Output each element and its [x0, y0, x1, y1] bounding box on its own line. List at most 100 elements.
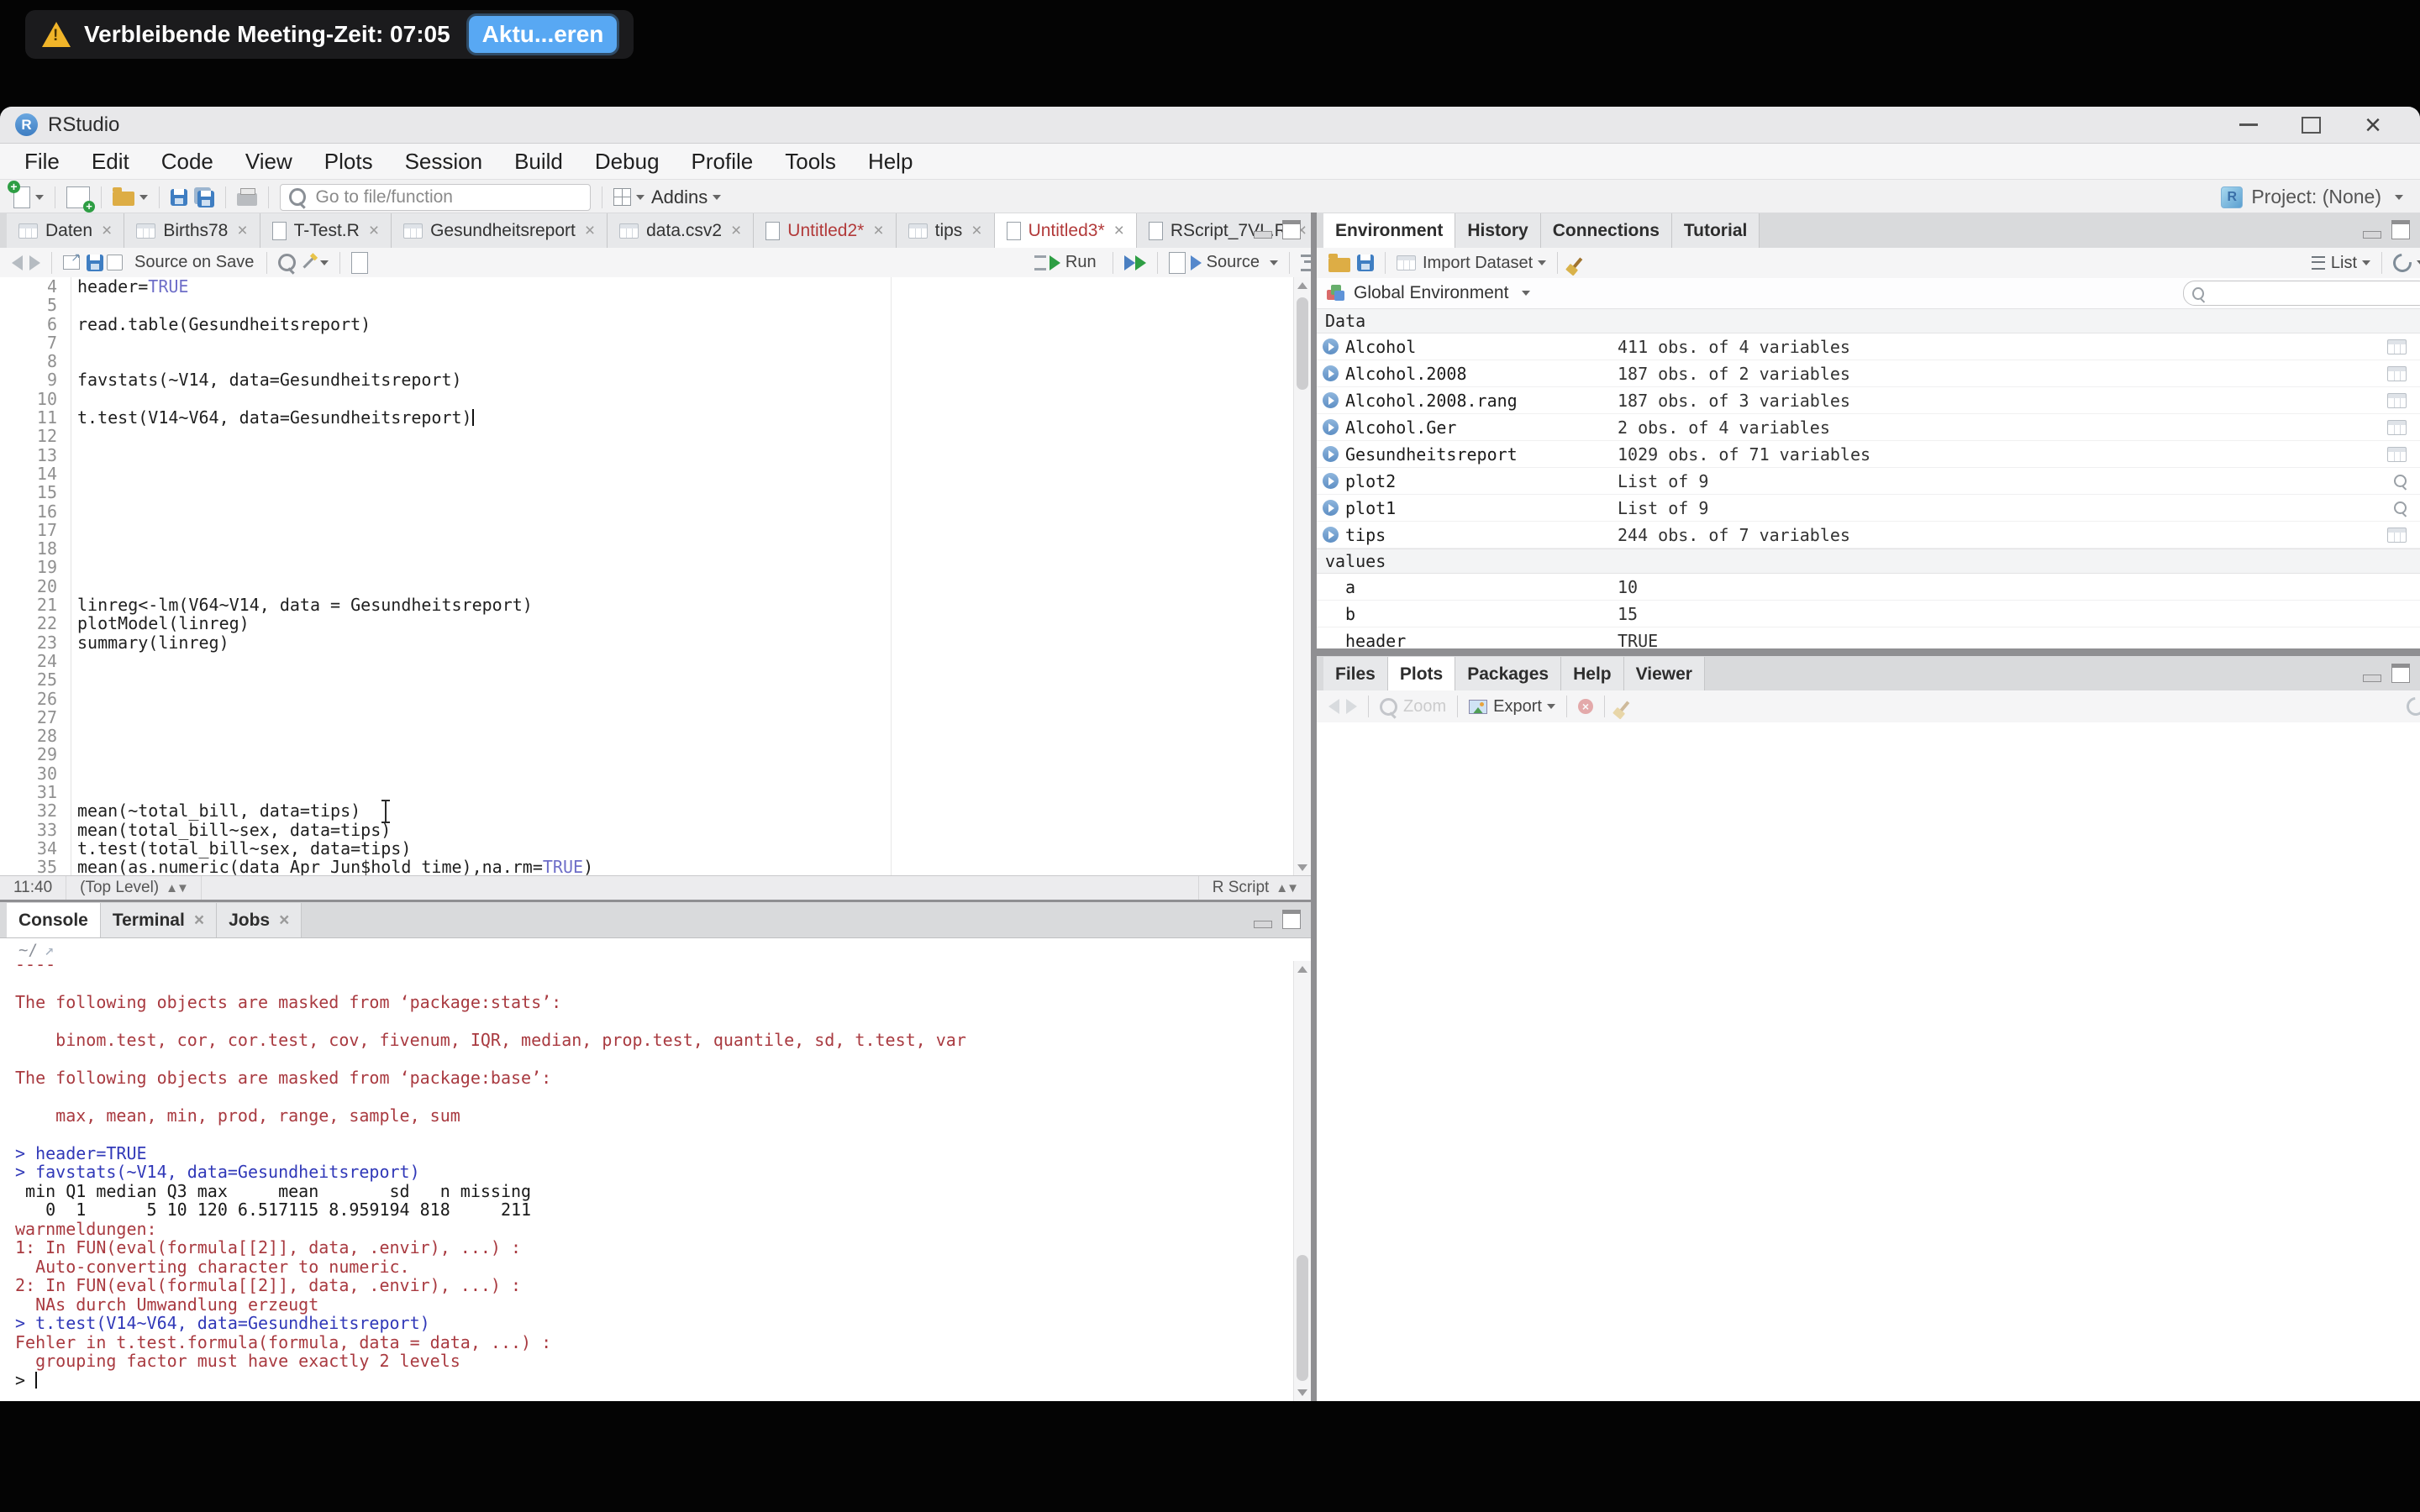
environment-object-alcohol-2008-rang[interactable]: Alcohol.2008.rang187 obs. of 3 variables: [1317, 387, 2420, 414]
source-tab-tips[interactable]: tips×: [897, 213, 995, 248]
new-file-button[interactable]: [13, 186, 44, 208]
environment-object-b[interactable]: b15: [1317, 601, 2420, 627]
close-tab-icon[interactable]: ×: [237, 221, 247, 241]
load-workspace-button[interactable]: [1328, 255, 1350, 272]
close-icon[interactable]: ×: [2365, 117, 2381, 134]
source-button[interactable]: Source: [1169, 252, 1278, 274]
refresh-plots-button[interactable]: [2407, 697, 2420, 716]
file-type-selector[interactable]: R Script▲▼: [1198, 876, 1311, 900]
popout-button[interactable]: [63, 255, 80, 270]
menu-build[interactable]: Build: [498, 149, 579, 175]
save-source-button[interactable]: [87, 255, 103, 271]
view-data-icon[interactable]: [2387, 339, 2407, 354]
expand-object-icon[interactable]: [1323, 419, 1339, 435]
files-tab-help[interactable]: Help: [1561, 657, 1624, 691]
view-data-icon[interactable]: [2387, 447, 2407, 462]
source-tab-untitled3-[interactable]: Untitled3*×: [995, 213, 1137, 248]
menu-code[interactable]: Code: [145, 149, 229, 175]
environment-object-alcohol-ger[interactable]: Alcohol.Ger2 obs. of 4 variables: [1317, 414, 2420, 441]
environment-object-header[interactable]: headerTRUE: [1317, 627, 2420, 648]
project-selector[interactable]: R Project: (None): [2221, 186, 2410, 208]
environment-tab-tutorial[interactable]: Tutorial: [1672, 213, 1760, 248]
console-tab-console[interactable]: Console: [7, 903, 101, 937]
goto-directory-icon[interactable]: ↗: [45, 941, 54, 959]
close-tab-icon[interactable]: ×: [369, 221, 379, 241]
close-tab-icon[interactable]: ×: [1114, 221, 1124, 241]
editor-scrollbar[interactable]: [1293, 277, 1311, 876]
close-tab-icon[interactable]: ×: [279, 911, 289, 931]
open-file-button[interactable]: [113, 188, 148, 206]
source-tab-daten[interactable]: Daten×: [7, 213, 124, 248]
remove-plot-button[interactable]: ×: [1578, 699, 1593, 714]
close-tab-icon[interactable]: ×: [194, 911, 204, 931]
files-tab-viewer[interactable]: Viewer: [1624, 657, 1705, 691]
environment-object-a[interactable]: a10: [1317, 574, 2420, 601]
menu-tools[interactable]: Tools: [769, 149, 852, 175]
expand-object-icon[interactable]: [1323, 392, 1339, 408]
previous-plot-button[interactable]: [1328, 699, 1339, 714]
maximize-icon[interactable]: [2302, 117, 2321, 134]
source-tab-births78[interactable]: Births78×: [124, 213, 260, 248]
environment-object-alcohol-2008[interactable]: Alcohol.2008187 obs. of 2 variables: [1317, 360, 2420, 387]
view-data-icon[interactable]: [2387, 528, 2407, 543]
run-button[interactable]: Run: [1034, 253, 1102, 272]
source-tab-t-test-r[interactable]: T-Test.R×: [260, 213, 392, 248]
close-tab-icon[interactable]: ×: [873, 221, 883, 241]
new-project-button[interactable]: [66, 186, 90, 208]
close-tab-icon[interactable]: ×: [731, 221, 741, 241]
minimize-icon[interactable]: [2239, 123, 2258, 126]
expand-object-icon[interactable]: [1323, 446, 1339, 462]
expand-object-icon[interactable]: [1323, 365, 1339, 381]
environment-tab-connections[interactable]: Connections: [1541, 213, 1672, 248]
scope-dropdown[interactable]: Global Environment: [1354, 283, 1508, 303]
scope-selector[interactable]: (Top Level)▲▼: [66, 876, 202, 900]
import-dataset-button[interactable]: Import Dataset: [1397, 254, 1546, 273]
addins-button[interactable]: Addins: [651, 186, 721, 208]
environment-search-input[interactable]: [2211, 283, 2420, 303]
menu-debug[interactable]: Debug: [579, 149, 676, 175]
next-plot-button[interactable]: [1346, 699, 1357, 714]
clear-plots-button[interactable]: [1616, 701, 1633, 713]
menu-edit[interactable]: Edit: [76, 149, 145, 175]
maximize-pane-icon[interactable]: [2391, 220, 2410, 239]
refresh-environment-button[interactable]: [2393, 254, 2420, 272]
maximize-pane-icon[interactable]: [1282, 220, 1301, 239]
environment-object-plot1[interactable]: plot1List of 9: [1317, 495, 2420, 522]
files-tab-files[interactable]: Files: [1323, 657, 1388, 691]
close-tab-icon[interactable]: ×: [971, 221, 981, 241]
outline-button[interactable]: [1301, 255, 1311, 271]
console-scrollbar[interactable]: [1293, 961, 1311, 1401]
list-view-button[interactable]: List: [2312, 254, 2370, 273]
console-tab-jobs[interactable]: Jobs×: [217, 903, 302, 937]
close-tab-icon[interactable]: ×: [102, 221, 112, 241]
maximize-pane-icon[interactable]: [1282, 910, 1301, 929]
back-button[interactable]: [12, 255, 23, 270]
source-tab-data-csv2[interactable]: data.csv2×: [608, 213, 754, 248]
close-tab-icon[interactable]: ×: [585, 221, 595, 241]
save-all-button[interactable]: [194, 187, 214, 207]
maximize-pane-icon[interactable]: [2391, 664, 2410, 683]
minimize-pane-icon[interactable]: [2363, 675, 2381, 682]
minimize-pane-icon[interactable]: [1254, 921, 1272, 928]
forward-button[interactable]: [29, 255, 40, 270]
refresh-meeting-button[interactable]: Aktu...eren: [469, 16, 618, 53]
menu-plots[interactable]: Plots: [308, 149, 389, 175]
zoom-plot-button[interactable]: Zoom: [1380, 697, 1446, 717]
source-tab-gesundheitsreport[interactable]: Gesundheitsreport×: [392, 213, 608, 248]
inspect-object-icon[interactable]: [2394, 501, 2407, 514]
console-output[interactable]: ----The following objects are masked fro…: [0, 961, 1292, 1401]
inspect-object-icon[interactable]: [2394, 475, 2407, 487]
rerun-button[interactable]: [1124, 255, 1146, 270]
menu-file[interactable]: File: [8, 149, 76, 175]
files-tab-packages[interactable]: Packages: [1455, 657, 1561, 691]
goto-file-input[interactable]: [314, 186, 581, 208]
console-tab-terminal[interactable]: Terminal×: [101, 903, 217, 937]
environment-tab-history[interactable]: History: [1455, 213, 1540, 248]
compile-report-button[interactable]: [351, 252, 368, 274]
minimize-pane-icon[interactable]: [1254, 231, 1272, 239]
environment-object-plot2[interactable]: plot2List of 9: [1317, 468, 2420, 495]
minimize-pane-icon[interactable]: [2363, 231, 2381, 239]
print-button[interactable]: [237, 188, 257, 206]
clear-environment-button[interactable]: [1569, 257, 1586, 270]
view-data-icon[interactable]: [2387, 420, 2407, 435]
